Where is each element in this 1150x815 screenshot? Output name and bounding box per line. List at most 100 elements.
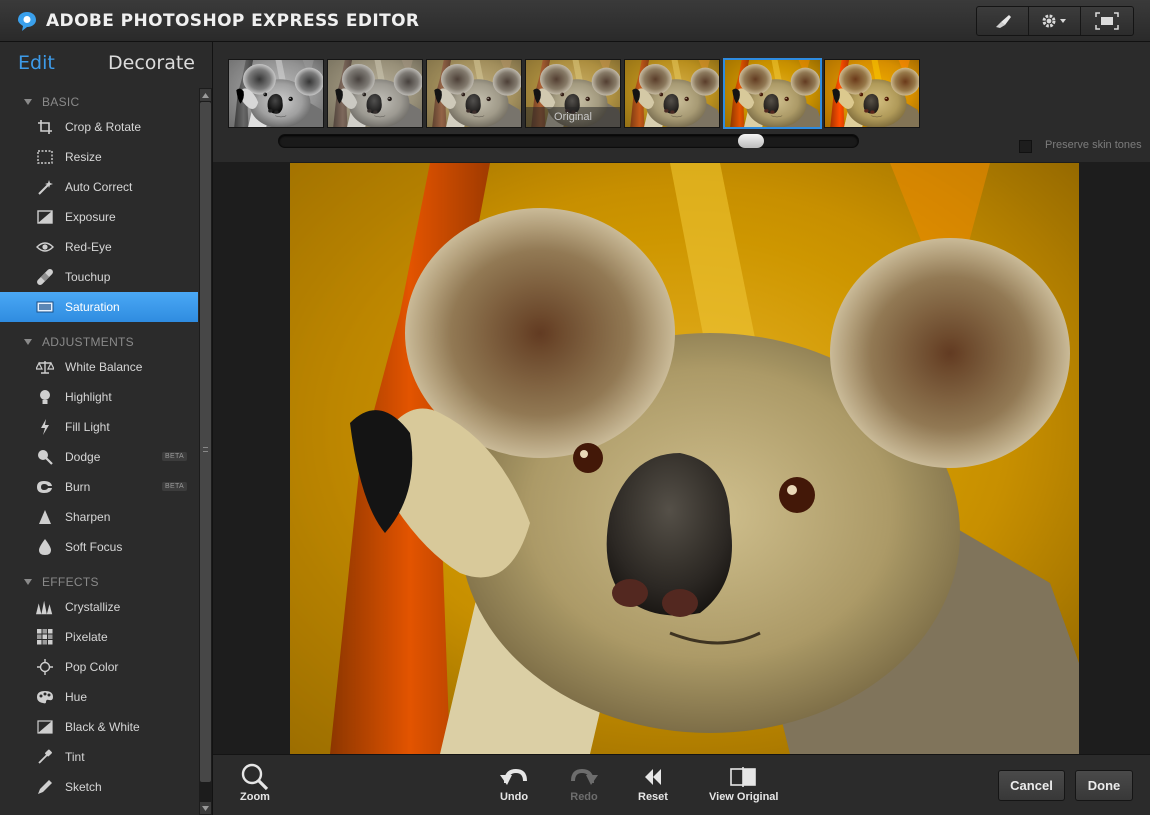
tool-label: Saturation — [65, 300, 120, 314]
tool-label: Crop & Rotate — [65, 120, 142, 134]
preset-thumbnail-selected[interactable] — [723, 58, 822, 129]
reset-button[interactable]: Reset — [638, 763, 668, 803]
tool-soft-focus[interactable]: Soft Focus — [0, 532, 198, 562]
preserve-skin-tones-label: Preserve skin tones — [1045, 139, 1142, 151]
drop-icon — [36, 538, 54, 556]
tool-label: Pop Color — [65, 660, 119, 674]
scroll-thumb[interactable] — [200, 102, 211, 782]
eye-icon — [36, 238, 54, 256]
tool-hue[interactable]: Hue — [0, 682, 198, 712]
tool-label: Auto Correct — [65, 180, 133, 194]
scroll-down-arrow[interactable] — [200, 802, 211, 814]
settings-button[interactable] — [1029, 7, 1081, 35]
tool-label: Red-Eye — [65, 240, 112, 254]
saturation-slider[interactable] — [278, 134, 859, 148]
app-window: ADOBE PHOTOSHOP EXPRESS EDITOR Edit Deco… — [0, 0, 1150, 815]
done-button[interactable]: Done — [1075, 770, 1133, 801]
tool-black-white[interactable]: Black & White — [0, 712, 198, 742]
undo-button[interactable]: Undo — [499, 763, 529, 803]
preset-thumbnail[interactable] — [426, 59, 522, 128]
scroll-up-arrow[interactable] — [200, 89, 211, 101]
tool-sketch[interactable]: Sketch — [0, 772, 198, 802]
tool-label: Tint — [65, 750, 85, 764]
tool-exposure[interactable]: Exposure — [0, 202, 198, 232]
tool-label: White Balance — [65, 360, 143, 374]
dodge-icon — [36, 448, 54, 466]
tool-white-balance[interactable]: White Balance — [0, 352, 198, 382]
preset-thumbnail[interactable] — [327, 59, 423, 128]
app-title: ADOBE PHOTOSHOP EXPRESS EDITOR — [46, 11, 420, 31]
burn-icon — [36, 478, 54, 496]
beta-badge: BETA — [162, 452, 187, 461]
tool-label: Touchup — [65, 270, 111, 284]
redo-button[interactable]: Redo — [569, 763, 599, 803]
redo-label: Redo — [570, 791, 598, 803]
tool-sharpen[interactable]: Sharpen — [0, 502, 198, 532]
tool-burn[interactable]: Burn BETA — [0, 472, 198, 502]
tool-red-eye[interactable]: Red-Eye — [0, 232, 198, 262]
tool-label: Sharpen — [65, 510, 111, 524]
toolbar-group — [976, 6, 1134, 36]
slider-handle[interactable] — [738, 134, 764, 148]
beta-badge: BETA — [162, 482, 187, 491]
tool-highlight[interactable]: Highlight — [0, 382, 198, 412]
arrow-down-icon — [202, 805, 209, 811]
fullscreen-button[interactable] — [1081, 7, 1133, 35]
tool-dodge[interactable]: Dodge BETA — [0, 442, 198, 472]
tool-label: Burn — [65, 480, 91, 494]
tool-tint[interactable]: Tint — [0, 742, 198, 772]
sidebar: Edit Decorate BASIC Crop & Rotate Resize… — [0, 42, 213, 815]
reset-label: Reset — [638, 791, 668, 803]
sidebar-scrollbar[interactable] — [199, 88, 212, 815]
brush-button[interactable] — [977, 7, 1029, 35]
tool-touchup[interactable]: Touchup — [0, 262, 198, 292]
tool-auto-correct[interactable]: Auto Correct — [0, 172, 198, 202]
preset-thumbnail[interactable] — [824, 59, 920, 128]
preserve-skin-tones-checkbox[interactable] — [1019, 140, 1032, 153]
section-basic[interactable]: BASIC — [0, 92, 198, 112]
exposure-icon — [36, 208, 54, 226]
preset-thumbnail[interactable] — [624, 59, 720, 128]
preset-thumbnail[interactable] — [228, 59, 324, 128]
crosshair-icon — [36, 658, 54, 676]
tool-pixelate[interactable]: Pixelate — [0, 622, 198, 652]
bulb-icon — [36, 388, 54, 406]
settings-icon — [1042, 14, 1066, 28]
zoom-label: Zoom — [240, 791, 270, 803]
view-original-label: View Original — [709, 791, 779, 803]
tool-resize[interactable]: Resize — [0, 142, 198, 172]
zoom-icon — [240, 763, 270, 791]
tool-pop-color[interactable]: Pop Color — [0, 652, 198, 682]
crop-icon — [36, 118, 54, 136]
tool-crystallize[interactable]: Crystallize — [0, 592, 198, 622]
tool-saturation[interactable]: Saturation — [0, 292, 198, 322]
view-original-button[interactable]: View Original — [709, 763, 779, 803]
tab-edit[interactable]: Edit — [18, 52, 55, 74]
photo-preview[interactable] — [290, 163, 1079, 754]
tool-label: Highlight — [65, 390, 112, 404]
resize-icon — [36, 148, 54, 166]
tool-label: Black & White — [65, 720, 140, 734]
tab-decorate[interactable]: Decorate — [108, 52, 195, 74]
section-basic-title: BASIC — [42, 95, 80, 109]
tool-label: Hue — [65, 690, 88, 704]
bw-icon — [36, 718, 54, 736]
preset-thumbnail-original[interactable]: Original — [525, 59, 621, 128]
compare-icon — [729, 763, 758, 791]
rewind-icon — [643, 763, 663, 791]
cancel-button[interactable]: Cancel — [998, 770, 1065, 801]
tool-label: Crystallize — [65, 600, 121, 614]
crystallize-icon — [36, 598, 54, 616]
palette-icon — [36, 688, 54, 706]
section-adjustments[interactable]: ADJUSTMENTS — [0, 332, 198, 352]
zoom-button[interactable]: Zoom — [240, 763, 270, 803]
fullscreen-icon — [1095, 12, 1119, 30]
arrow-up-icon — [202, 92, 209, 98]
tool-fill-light[interactable]: Fill Light — [0, 412, 198, 442]
tool-crop-rotate[interactable]: Crop & Rotate — [0, 112, 198, 142]
collapse-arrow-icon — [24, 99, 32, 105]
tool-label: Exposure — [65, 210, 116, 224]
section-effects[interactable]: EFFECTS — [0, 572, 198, 592]
saturation-icon — [36, 298, 54, 316]
title-bar: ADOBE PHOTOSHOP EXPRESS EDITOR — [0, 0, 1150, 42]
